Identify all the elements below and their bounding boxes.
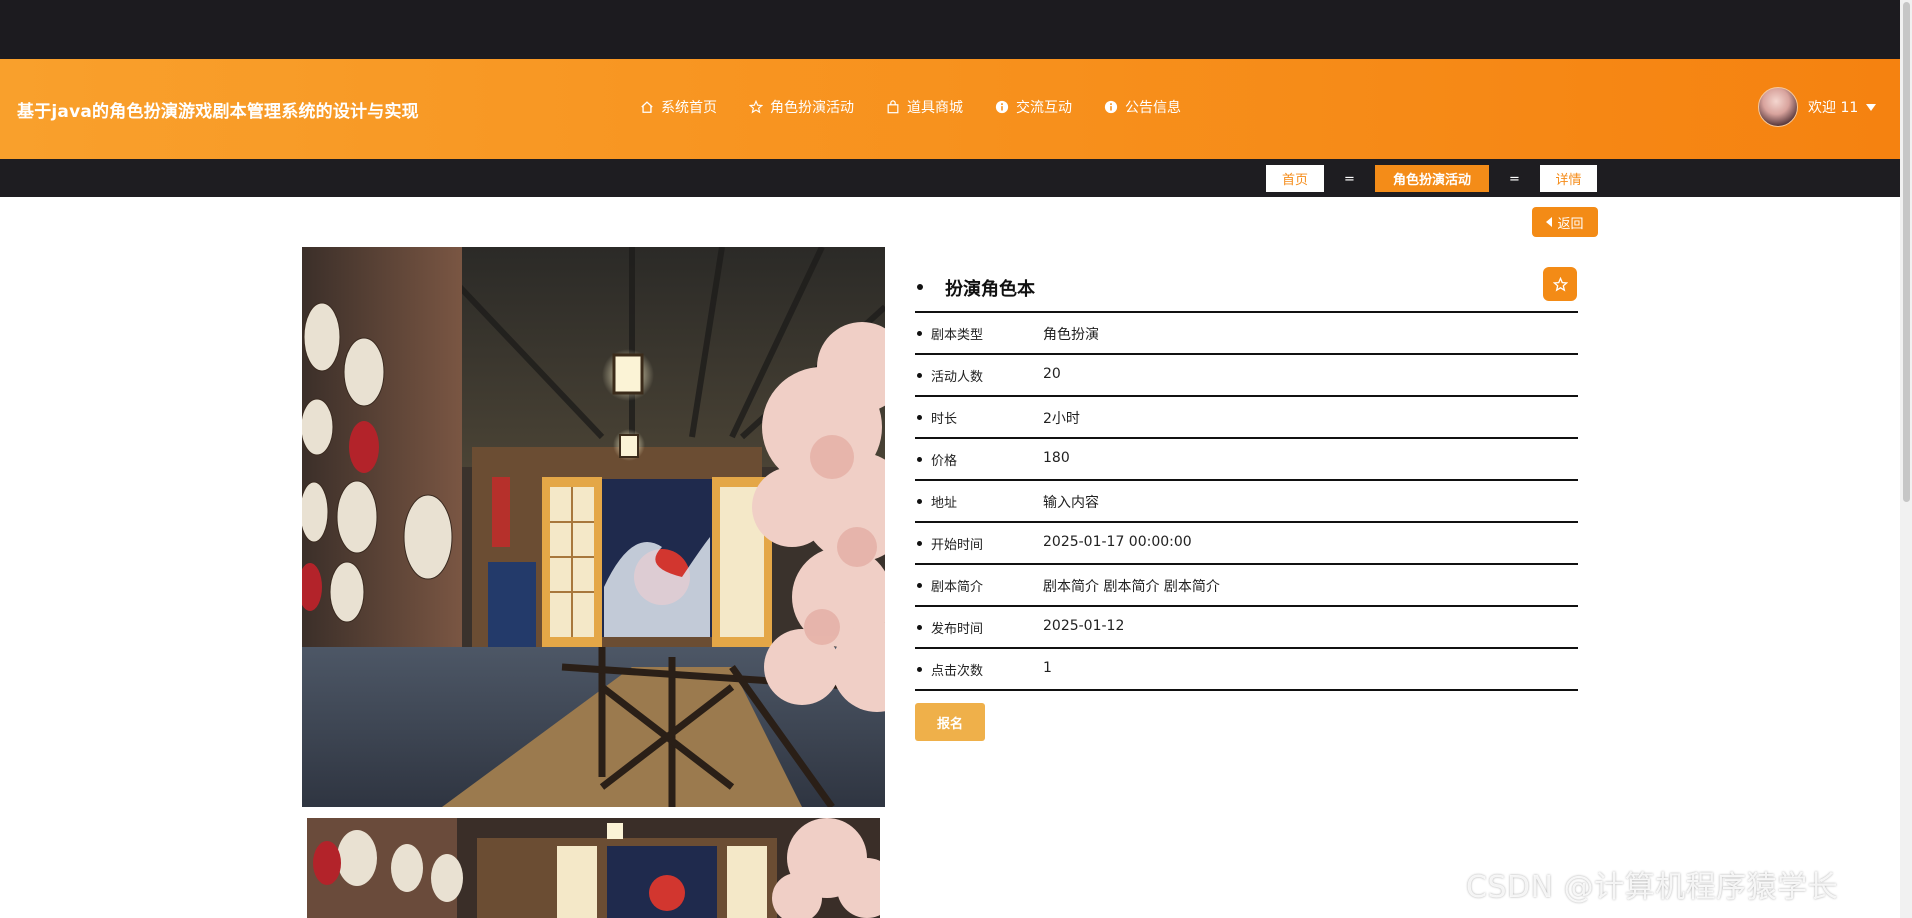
detail-row-label: 剧本类型	[931, 328, 984, 343]
thumbnail-photo[interactable]	[307, 818, 880, 918]
bullet-icon	[917, 667, 922, 672]
detail-row: 点击次数 1	[915, 649, 1578, 691]
nav-item-label: 角色扮演活动	[770, 100, 854, 116]
nav-item-label: 道具商城	[907, 100, 963, 116]
chevron-down-icon	[1866, 103, 1877, 111]
bullet-icon	[917, 625, 922, 630]
back-button[interactable]: 返回	[1532, 207, 1598, 237]
detail-row-label: 活动人数	[931, 370, 984, 385]
info-icon	[995, 100, 1009, 114]
detail-row-value: 2025-01-17 00:00:00	[1043, 534, 1192, 550]
nav-item-label: 交流互动	[1016, 100, 1072, 116]
breadcrumb: 首页 = 角色扮演活动 = 详情	[0, 159, 1900, 197]
main-nav: 系统首页 角色扮演活动 道具商城 交流互动 公告信息	[640, 97, 1213, 117]
watermark: CSDN @计算机程序猿学长	[1466, 870, 1839, 905]
detail-row: 开始时间 2025-01-17 00:00:00	[915, 523, 1578, 565]
nav-item-forum[interactable]: 交流互动	[995, 97, 1072, 117]
breadcrumb-home[interactable]: 首页	[1266, 165, 1324, 192]
nav-item-shop[interactable]: 道具商城	[886, 97, 963, 117]
avatar	[1758, 87, 1798, 127]
detail-header: 扮演角色本	[915, 265, 1578, 313]
site-title: 基于java的角色扮演游戏剧本管理系统的设计与实现	[17, 102, 419, 122]
bullet-icon	[917, 457, 922, 462]
site-header: 基于java的角色扮演游戏剧本管理系统的设计与实现 系统首页 角色扮演活动 道具…	[0, 59, 1900, 159]
star-icon	[749, 100, 763, 114]
detail-row-label: 点击次数	[931, 664, 984, 679]
breadcrumb-separator: =	[1509, 172, 1520, 187]
info-icon	[1104, 100, 1118, 114]
detail-row: 时长 2小时	[915, 397, 1578, 439]
detail-row-value: 20	[1043, 366, 1061, 382]
detail-row-label: 价格	[931, 454, 958, 469]
detail-row: 价格 180	[915, 439, 1578, 481]
detail-title: 扮演角色本	[945, 279, 1035, 300]
bullet-icon	[917, 583, 922, 588]
nav-item-label: 系统首页	[661, 100, 717, 116]
detail-row-value: 1	[1043, 660, 1052, 676]
detail-row-label: 时长	[931, 412, 958, 427]
detail-row-value: 角色扮演	[1043, 327, 1099, 343]
bag-icon	[886, 100, 900, 114]
bullet-icon	[917, 499, 922, 504]
detail-row: 地址 输入内容	[915, 481, 1578, 523]
detail-row-value: 剧本简介 剧本简介 剧本简介	[1043, 579, 1220, 595]
breadcrumb-current: 详情	[1540, 165, 1597, 192]
caret-left-icon	[1546, 217, 1553, 227]
detail-row-value: 输入内容	[1043, 495, 1099, 511]
nav-item-notice[interactable]: 公告信息	[1104, 97, 1181, 117]
detail-row-label: 地址	[931, 496, 958, 511]
star-icon	[1552, 276, 1568, 292]
detail-row-label: 剧本简介	[931, 580, 984, 595]
detail-row-value: 2025-01-12	[1043, 618, 1125, 634]
bullet-icon	[917, 331, 922, 336]
signup-button[interactable]: 报名	[915, 703, 985, 741]
scrollbar-thumb[interactable]	[1903, 2, 1910, 502]
detail-row: 发布时间 2025-01-12	[915, 607, 1578, 649]
breadcrumb-section[interactable]: 角色扮演活动	[1375, 165, 1489, 192]
detail-row-value: 180	[1043, 450, 1070, 466]
detail-row: 剧本简介 剧本简介 剧本简介 剧本简介	[915, 565, 1578, 607]
top-dark-bar	[0, 0, 1912, 59]
detail-panel: 扮演角色本 剧本类型 角色扮演活动人数 20 时长 2小时价格 180 地址 输入内容开始时间…	[915, 265, 1578, 691]
home-icon	[640, 100, 654, 114]
favorite-button[interactable]	[1543, 267, 1577, 301]
nav-item-roleplay[interactable]: 角色扮演活动	[749, 97, 854, 117]
nav-item-label: 公告信息	[1125, 100, 1181, 116]
main-photo	[302, 247, 885, 807]
welcome-text: 欢迎 11	[1808, 100, 1859, 116]
breadcrumb-separator: =	[1344, 172, 1355, 187]
detail-row: 剧本类型 角色扮演	[915, 313, 1578, 355]
back-label: 返回	[1557, 216, 1584, 232]
detail-row-label: 开始时间	[931, 538, 984, 553]
nav-item-home[interactable]: 系统首页	[640, 97, 717, 117]
user-menu[interactable]: 欢迎 11	[1758, 87, 1877, 127]
detail-row-label: 发布时间	[931, 622, 984, 637]
bullet-icon	[917, 284, 923, 290]
bullet-icon	[917, 373, 922, 378]
bullet-icon	[917, 541, 922, 546]
detail-row: 活动人数 20	[915, 355, 1578, 397]
bullet-icon	[917, 415, 922, 420]
detail-row-value: 2小时	[1043, 411, 1080, 427]
